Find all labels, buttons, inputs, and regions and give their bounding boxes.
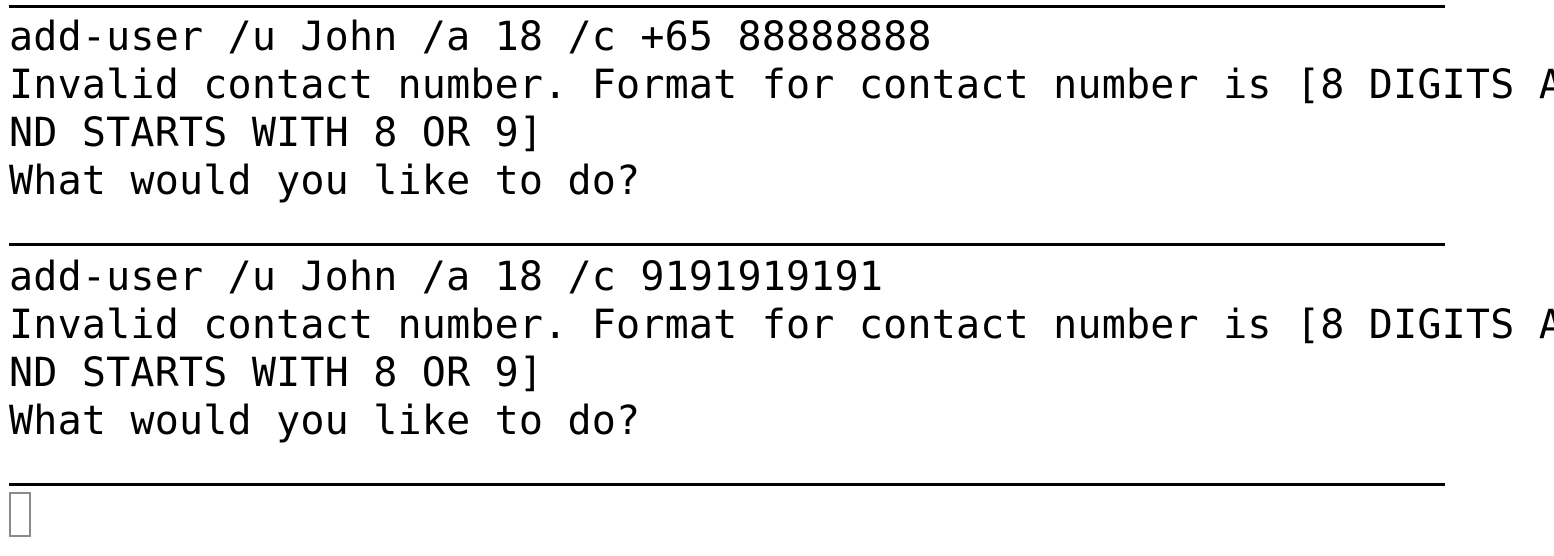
error-message-continued: ND STARTS WITH 8 OR 9] [9, 350, 544, 396]
divider-line [9, 483, 1445, 486]
command-line: add-user /u John /a 18 /c 9191919191 [9, 254, 884, 300]
error-message-continued: ND STARTS WITH 8 OR 9] [9, 110, 544, 156]
terminal-window[interactable]: add-user /u John /a 18 /c +65 88888888 I… [0, 0, 1554, 556]
divider-line [9, 243, 1445, 246]
command-line: add-user /u John /a 18 /c +65 88888888 [9, 14, 932, 60]
error-message: Invalid contact number. Format for conta… [9, 62, 1554, 108]
error-message: Invalid contact number. Format for conta… [9, 302, 1554, 348]
text-cursor[interactable] [9, 492, 31, 537]
prompt-text: What would you like to do? [9, 398, 641, 444]
prompt-text: What would you like to do? [9, 158, 641, 204]
divider-line [9, 5, 1445, 8]
